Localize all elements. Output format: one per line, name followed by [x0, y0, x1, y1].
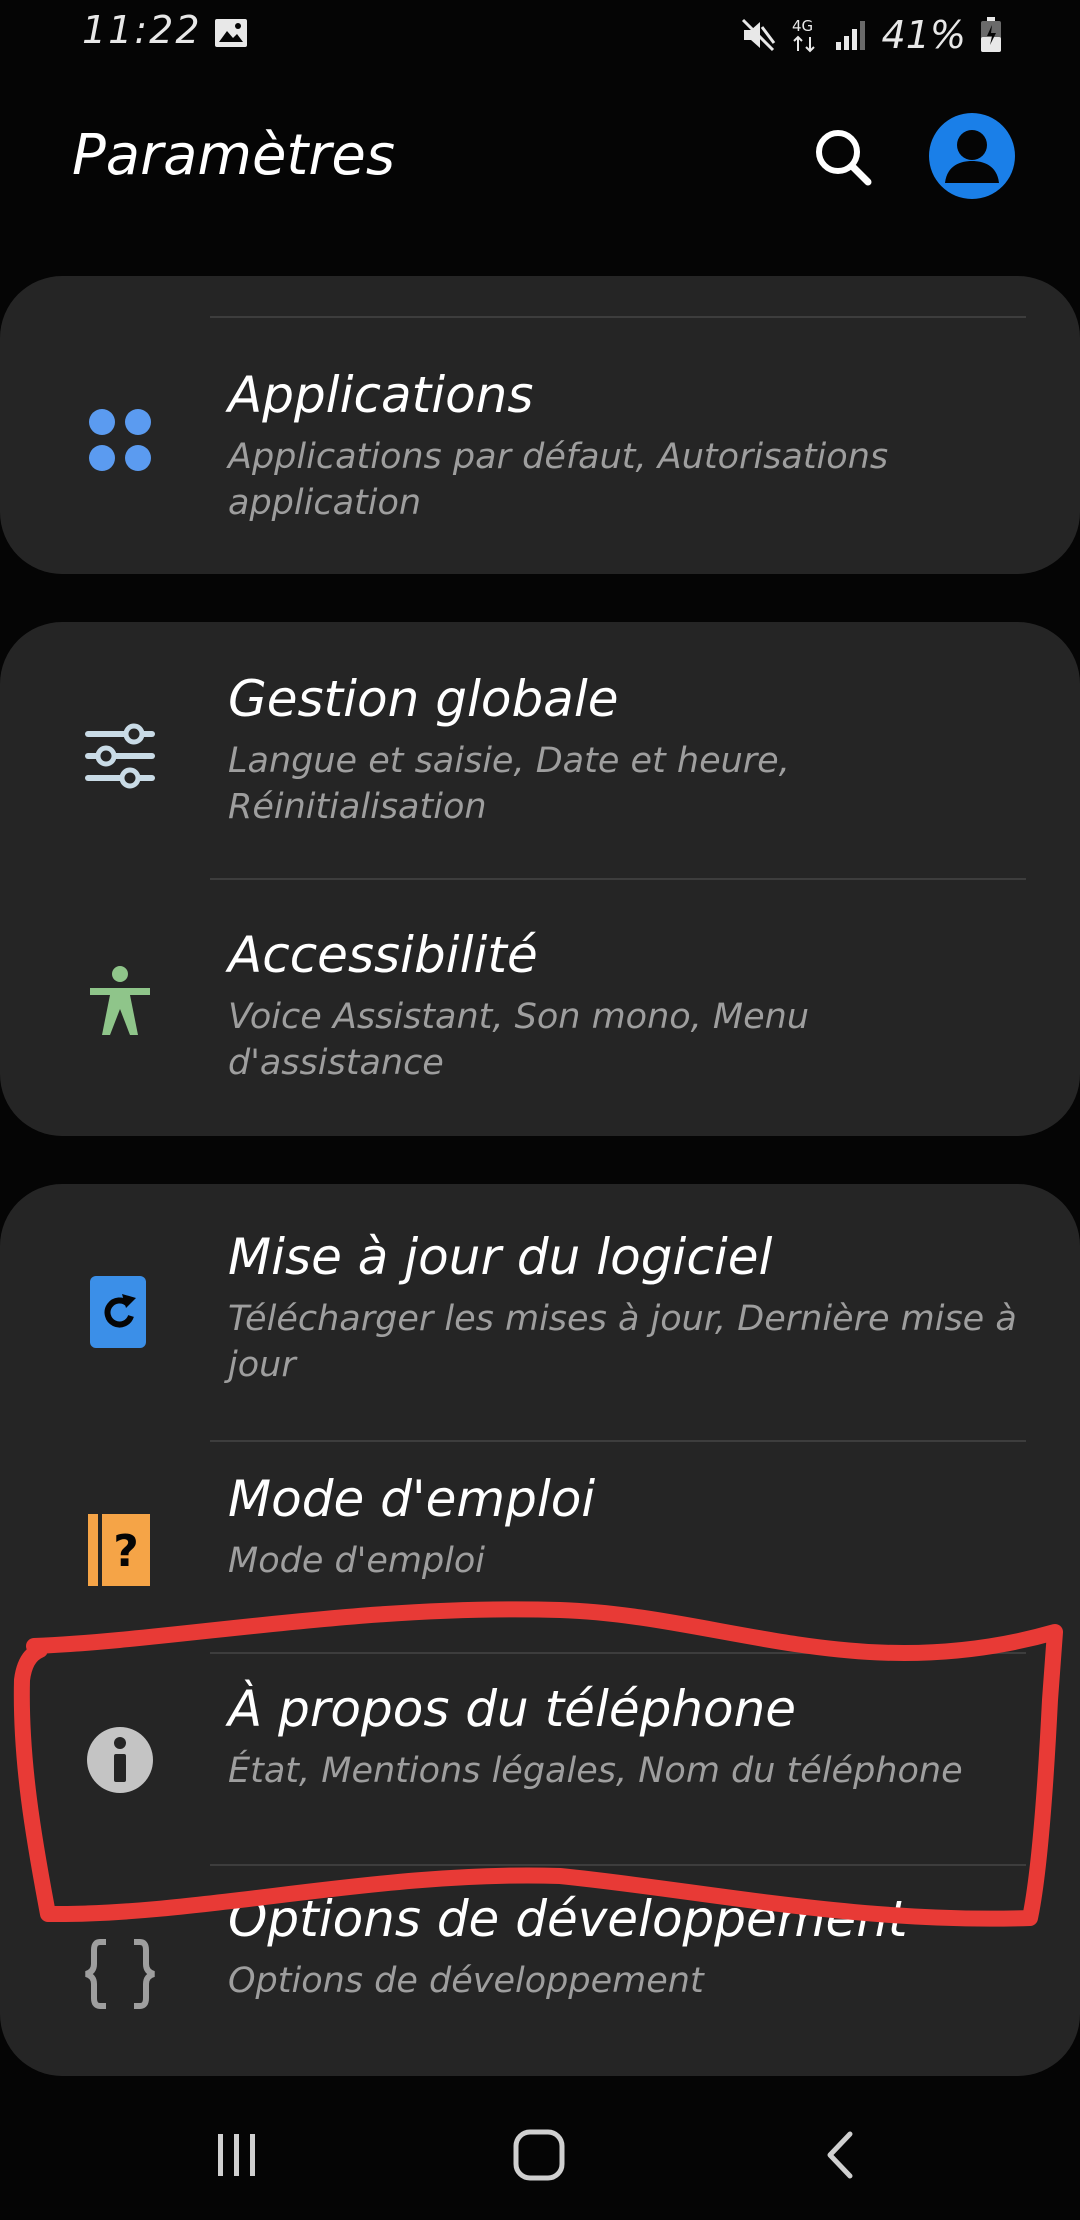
- home-icon: [513, 2129, 565, 2181]
- braces-icon: [85, 1939, 155, 2009]
- svg-text:?: ?: [113, 1526, 139, 1577]
- info-icon: [87, 1727, 153, 1793]
- settings-item-user-manual[interactable]: ? Mode d'emploi Mode d'emploi: [0, 1442, 1080, 1654]
- manual-question-icon: ?: [88, 1514, 150, 1586]
- item-subtitle: Mode d'emploi: [228, 1541, 486, 1581]
- battery-icon: [981, 17, 1001, 52]
- svg-text:4G: 4G: [792, 17, 813, 35]
- item-subtitle: Langue et saisie, Date et heure, Réiniti…: [228, 741, 790, 827]
- item-subtitle: Voice Assistant, Son mono, Menu d'assist…: [228, 997, 810, 1083]
- recents-button[interactable]: [192, 2110, 282, 2200]
- item-subtitle: Applications par défaut, Autorisations a…: [228, 437, 889, 523]
- item-title: À propos du téléphone: [228, 1680, 797, 1738]
- apps-grid-icon: [89, 409, 151, 471]
- settings-item-about-phone[interactable]: À propos du téléphone État, Mentions lég…: [0, 1654, 1080, 1866]
- settings-group-1: Applications Applications par défaut, Au…: [0, 276, 1080, 574]
- search-icon[interactable]: [808, 122, 878, 192]
- settings-item-accessibility[interactable]: Accessibilité Voice Assistant, Son mono,…: [0, 880, 1080, 1136]
- network-type-icon: 4G: [792, 17, 815, 53]
- settings-group-2: Gestion globale Langue et saisie, Date e…: [0, 622, 1080, 1136]
- item-title: Gestion globale: [228, 670, 619, 728]
- app-header: Paramètres: [0, 95, 1080, 225]
- recents-icon: [218, 2134, 255, 2176]
- settings-item-software-update[interactable]: Mise à jour du logiciel Télécharger les …: [0, 1184, 1080, 1440]
- item-subtitle: Télécharger les mises à jour, Dernière m…: [228, 1299, 1017, 1385]
- item-subtitle: État, Mentions légales, Nom du téléphone: [228, 1751, 963, 1791]
- home-button[interactable]: [494, 2110, 584, 2200]
- item-subtitle: Options de développement: [228, 1961, 704, 2001]
- item-title: Mise à jour du logiciel: [228, 1228, 773, 1286]
- sliders-icon: [85, 723, 155, 789]
- settings-group-3: Mise à jour du logiciel Télécharger les …: [0, 1184, 1080, 2076]
- status-time: 11:22: [82, 8, 202, 52]
- item-title: Mode d'emploi: [228, 1470, 596, 1528]
- status-bar: 11:22 4G 41%: [0, 0, 1080, 70]
- update-icon: [90, 1276, 146, 1348]
- page-title: Paramètres: [72, 123, 396, 188]
- back-icon: [827, 2131, 853, 2179]
- back-button[interactable]: [796, 2110, 886, 2200]
- item-title: Applications: [228, 366, 534, 424]
- status-icons: 4G 41%: [740, 10, 1002, 60]
- signal-icon: [835, 21, 865, 50]
- settings-item-applications[interactable]: Applications Applications par défaut, Au…: [0, 316, 1080, 574]
- settings-screen: 11:22 4G 41% Paramètres Applications App…: [0, 0, 1080, 2220]
- item-title: Options de développement: [228, 1890, 908, 1948]
- accessibility-person-icon: [90, 966, 150, 1035]
- item-title: Accessibilité: [228, 926, 538, 984]
- user-icon: [945, 130, 999, 183]
- battery-percentage: 41%: [881, 13, 966, 57]
- mute-icon: [741, 18, 775, 52]
- account-avatar-button[interactable]: [929, 113, 1015, 199]
- settings-item-general-management[interactable]: Gestion globale Langue et saisie, Date e…: [0, 622, 1080, 878]
- navigation-bar: [0, 2090, 1080, 2220]
- settings-item-developer-options[interactable]: Options de développement Options de déve…: [0, 1866, 1080, 2076]
- gallery-notification-icon: [215, 19, 247, 47]
